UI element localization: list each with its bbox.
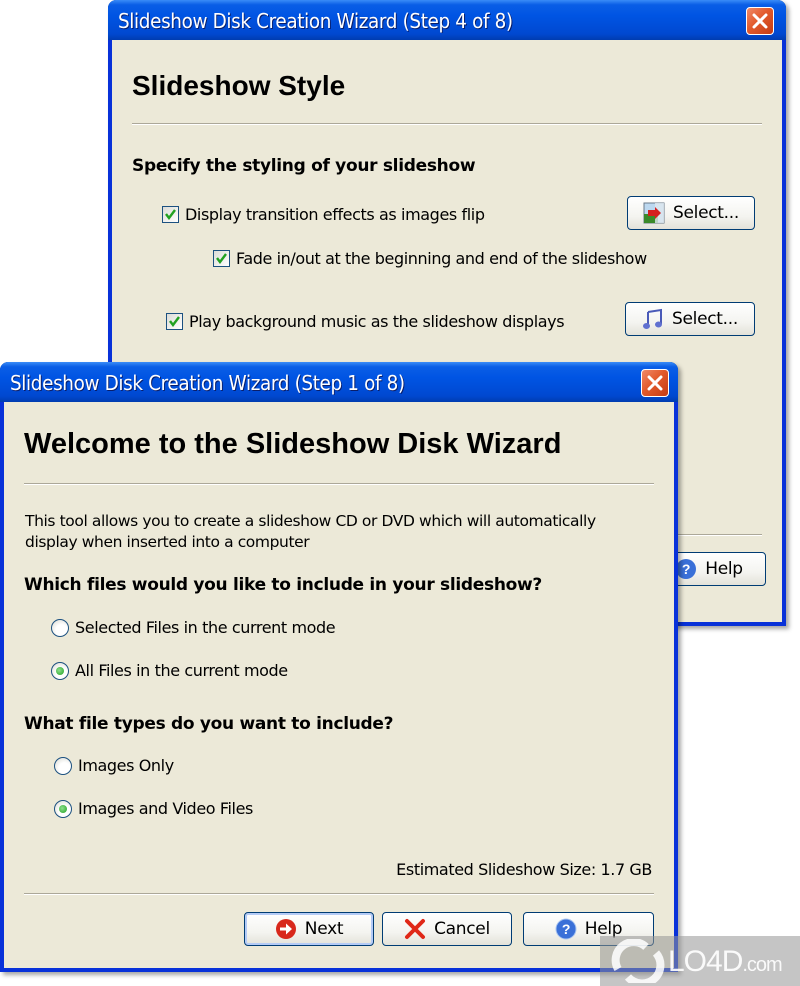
section-title: Specify the styling of your slideshow [132,156,476,176]
watermark-logo-icon [611,939,665,983]
radio-selected-dot [59,805,67,813]
transition-image-icon [643,202,665,224]
cancel-x-icon [404,918,426,940]
window-title: Slideshow Disk Creation Wizard (Step 4 o… [118,9,513,33]
images-only-label: Images Only [78,756,174,775]
front-wizard-window: Slideshow Disk Creation Wizard (Step 1 o… [0,362,678,972]
fade-in-out-label: Fade in/out at the beginning and end of … [236,249,647,268]
intro-text-line2: display when inserted into a computer [25,533,310,551]
background-music-label: Play background music as the slideshow d… [189,312,565,331]
all-files-label: All Files in the current mode [75,661,288,680]
next-button[interactable]: Next [244,912,374,946]
images-video-label: Images and Video Files [78,799,253,818]
fade-in-out-checkbox[interactable] [213,250,230,267]
watermark-brand: LO4D [668,945,743,978]
checkmark-icon [216,253,227,264]
checkmark-icon [165,209,176,220]
close-button[interactable] [746,7,774,35]
page-title: Welcome to the Slideshow Disk Wizard [24,428,562,460]
select-transition-label: Select... [673,203,739,223]
close-icon [647,375,663,391]
music-note-icon [642,308,664,330]
svg-text:?: ? [562,921,570,937]
select-transition-button[interactable]: Select... [627,196,755,230]
transition-effects-checkbox[interactable] [162,206,179,223]
select-music-label: Select... [672,309,738,329]
types-question: What file types do you want to include? [24,714,394,734]
divider [24,483,654,485]
dialog-body: Welcome to the Slideshow Disk Wizard Thi… [4,402,674,968]
checkmark-icon [169,316,180,327]
page-title: Slideshow Style [132,70,346,101]
selected-files-label: Selected Files in the current mode [75,618,336,637]
images-only-radio[interactable] [54,757,72,775]
title-bar[interactable]: Slideshow Disk Creation Wizard (Step 4 o… [108,0,786,40]
next-label: Next [304,919,344,939]
back-help-label: Help [705,559,743,579]
help-icon: ? [555,918,577,940]
watermark-suffix: .com [742,954,782,976]
title-bar[interactable]: Slideshow Disk Creation Wizard (Step 1 o… [0,362,678,402]
cancel-button[interactable]: Cancel [382,912,512,946]
intro-text-line1: This tool allows you to create a slidesh… [25,512,596,530]
cancel-label: Cancel [434,919,490,939]
divider [132,123,762,125]
close-icon [752,13,768,29]
background-music-checkbox[interactable] [166,313,183,330]
selected-files-radio[interactable] [51,619,69,637]
window-title: Slideshow Disk Creation Wizard (Step 1 o… [10,371,405,395]
svg-text:?: ? [682,561,690,577]
all-files-radio[interactable] [51,662,69,680]
estimated-size: Estimated Slideshow Size: 1.7 GB [396,860,652,879]
watermark: LO4D.com [600,936,800,986]
close-button[interactable] [641,369,669,397]
images-video-radio[interactable] [54,800,72,818]
radio-selected-dot [56,667,64,675]
help-icon: ? [675,558,697,580]
select-music-button[interactable]: Select... [625,302,755,336]
next-arrow-icon [275,918,297,940]
watermark-text: LO4D.com [668,945,783,979]
transition-effects-label: Display transition effects as images fli… [185,205,485,224]
files-question: Which files would you like to include in… [24,575,542,595]
divider [24,893,654,895]
